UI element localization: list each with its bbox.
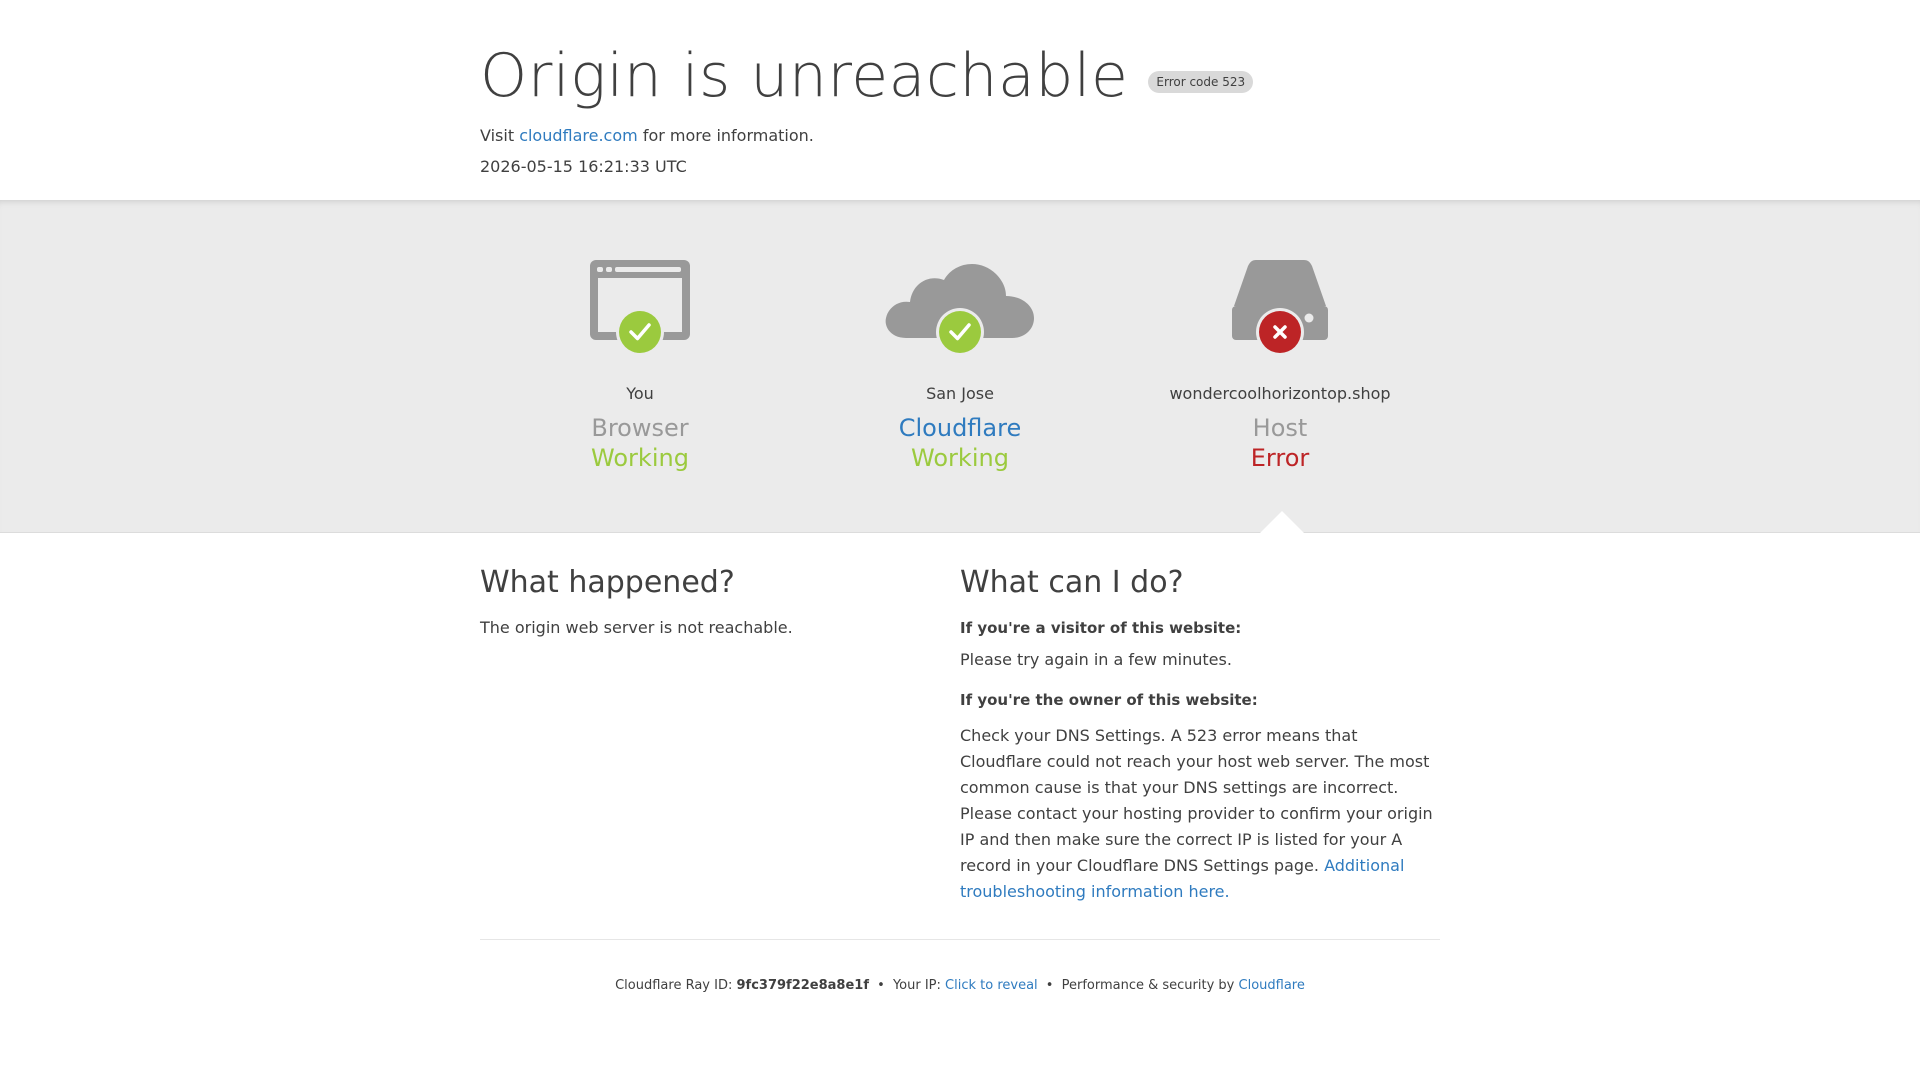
ray-id: 9fc379f22e8a8e1f	[736, 978, 870, 993]
what-happened-section: What happened? The origin web server is …	[480, 565, 960, 905]
status-node-cloudflare: San Jose Cloudflare Working	[800, 260, 1120, 474]
title-row: Origin is unreachable Error code 523	[480, 40, 1440, 112]
status-node-host: wondercoolhorizontop.shop Host Error	[1120, 260, 1440, 474]
cloud-icon	[885, 263, 1034, 356]
what-can-i-do-section: What can I do? If you're a visitor of th…	[960, 565, 1440, 905]
node-status: Working	[911, 444, 1009, 472]
ip-label: Your IP:	[892, 978, 941, 993]
header: Origin is unreachable Error code 523 Vis…	[0, 0, 1920, 200]
separator: •	[1045, 978, 1054, 993]
separator: •	[877, 978, 885, 993]
status-node-browser: You Browser Working	[480, 260, 800, 474]
error-pointer	[1260, 511, 1304, 533]
what-happened-text: The origin web server is not reachable.	[480, 618, 793, 637]
visitor-heading: If you're a visitor of this website:	[960, 619, 1242, 637]
node-role: Browser	[591, 414, 689, 442]
node-location: You	[626, 384, 654, 403]
visitor-text: Please try again in a few minutes.	[960, 650, 1232, 669]
owner-heading: If you're the owner of this website:	[960, 691, 1258, 709]
footer-cloudflare-link[interactable]: Cloudflare	[1239, 978, 1305, 993]
visit-line: Visit cloudflare.com for more informatio…	[480, 126, 1440, 146]
node-location: San Jose	[926, 384, 994, 403]
reveal-ip-button[interactable]: Click to reveal	[945, 978, 1038, 993]
owner-paragraph: Check your DNS Settings. A 523 error mea…	[960, 723, 1440, 905]
node-location: wondercoolhorizontop.shop	[1169, 384, 1391, 403]
browser-icon	[590, 260, 690, 356]
server-icon	[1232, 260, 1328, 356]
node-status: Working	[591, 444, 689, 472]
node-status: Error	[1250, 444, 1310, 472]
check-icon	[616, 308, 664, 356]
visit-suffix: for more information.	[642, 126, 814, 145]
what-can-i-do-heading: What can I do?	[960, 565, 1184, 600]
explanation: What happened? The origin web server is …	[480, 533, 1440, 905]
visit-prefix: Visit	[480, 126, 515, 145]
error-code-badge: Error code 523	[1148, 71, 1254, 93]
x-icon	[1256, 308, 1304, 356]
node-role: Host	[1252, 414, 1308, 442]
what-happened-heading: What happened?	[480, 565, 735, 600]
divider	[480, 939, 1440, 940]
owner-text: Check your DNS Settings. A 523 error mea…	[960, 726, 1433, 875]
node-role: Cloudflare	[898, 414, 1022, 442]
page-title: Origin is unreachable	[480, 41, 1129, 111]
ray-label: Cloudflare Ray ID:	[615, 978, 733, 993]
footer: Cloudflare Ray ID: 9fc379f22e8a8e1f • Yo…	[480, 978, 1440, 993]
timestamp: 2026-05-15 16:21:33 UTC	[480, 157, 687, 176]
cloudflare-link[interactable]: cloudflare.com	[519, 126, 638, 145]
perf-label: Performance & security by	[1061, 978, 1235, 993]
check-icon	[936, 308, 984, 356]
status-band: You Browser Working San Jose Cloudflare …	[0, 200, 1920, 533]
